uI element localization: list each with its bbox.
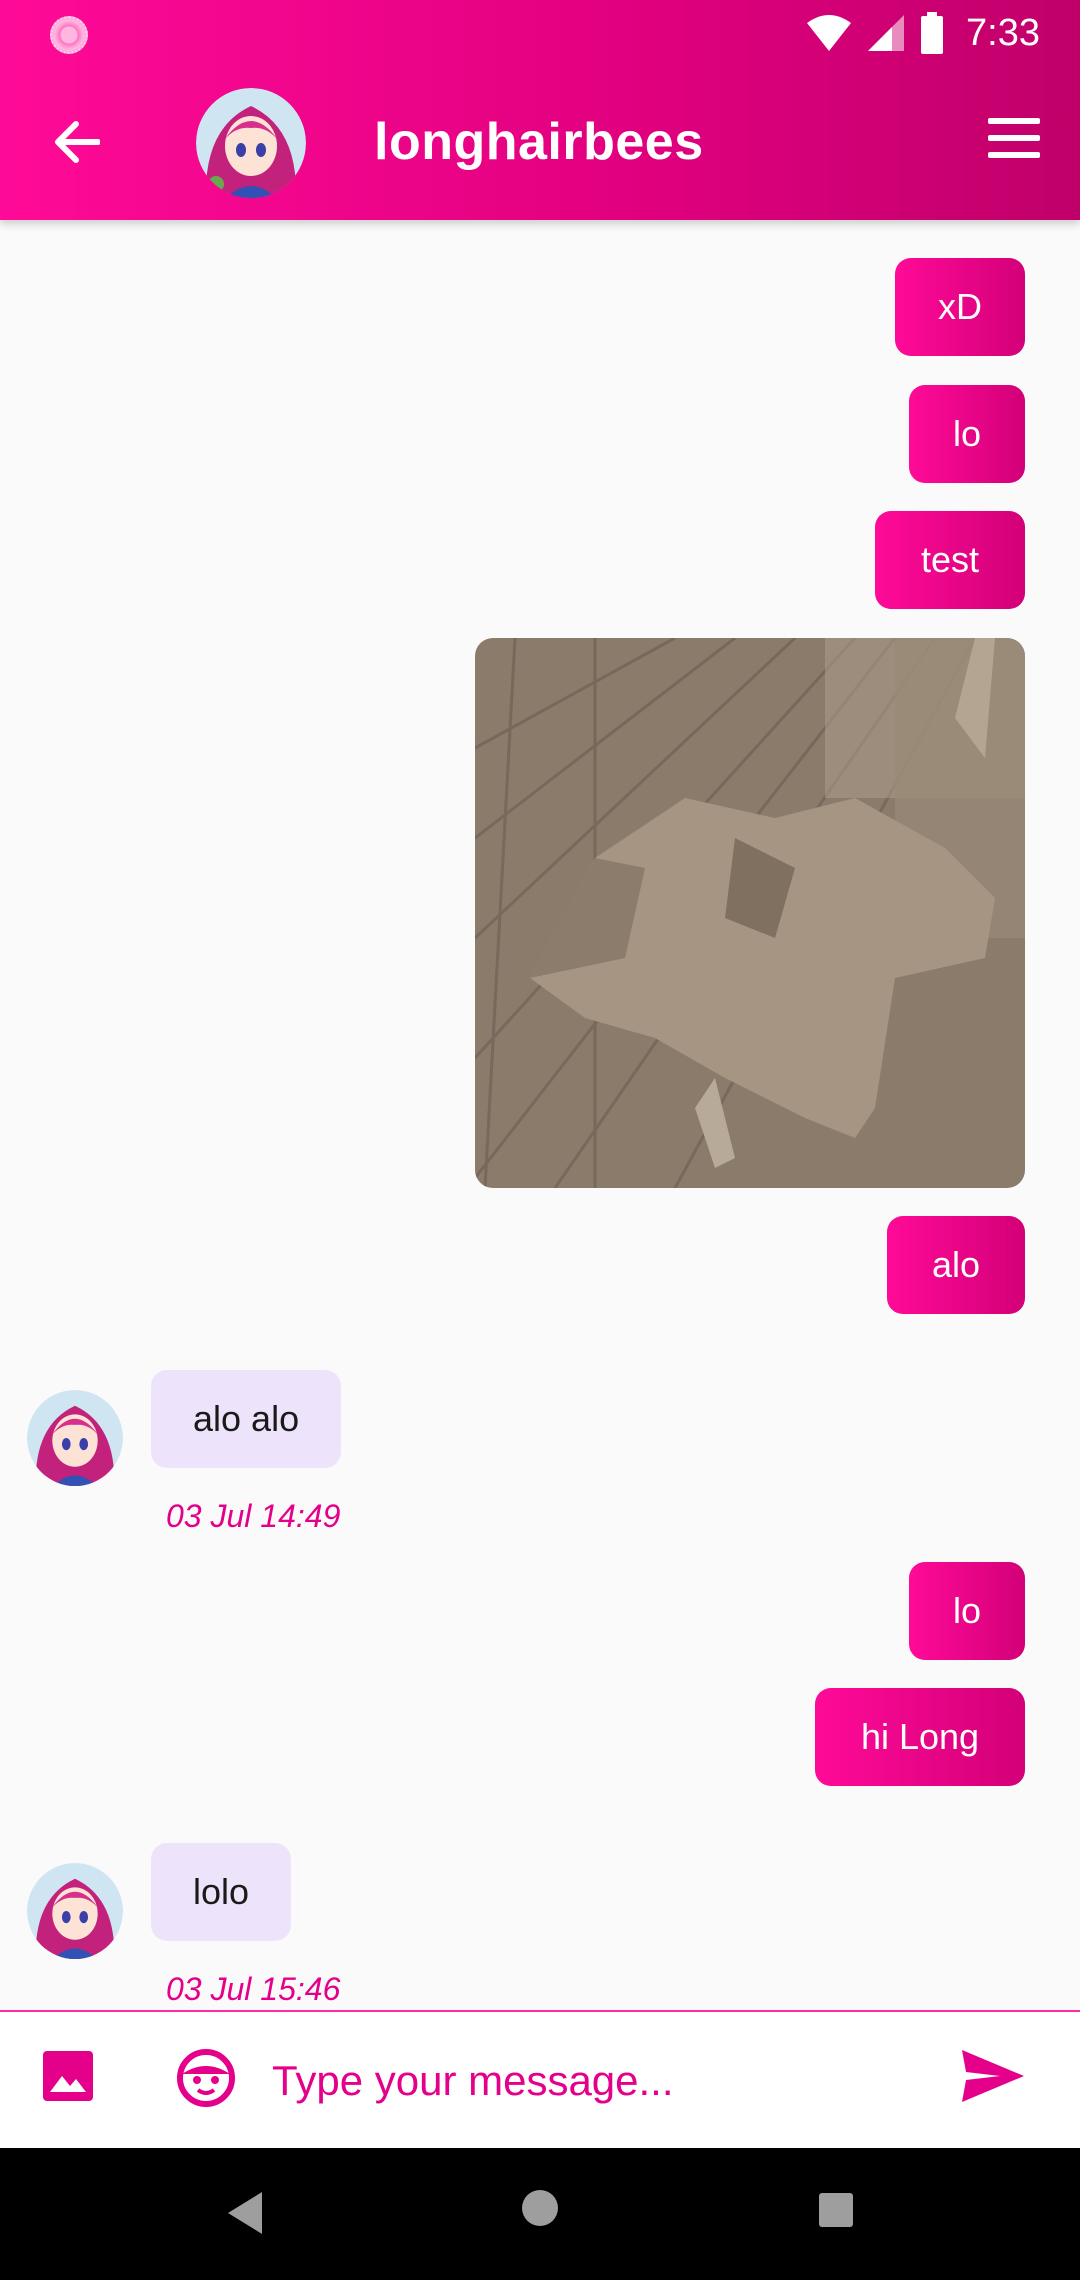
message-timestamp: 03 Jul 15:46: [166, 1971, 341, 2007]
contact-avatar[interactable]: [196, 88, 306, 198]
emoji-button[interactable]: [176, 2048, 236, 2108]
send-button[interactable]: [960, 2048, 1030, 2114]
cell-signal-icon: [868, 15, 905, 51]
menu-button[interactable]: [988, 118, 1044, 168]
back-button[interactable]: [46, 112, 106, 172]
outgoing-message[interactable]: alo: [887, 1216, 1025, 1314]
attach-image-button[interactable]: [40, 2048, 100, 2108]
outgoing-message[interactable]: xD: [895, 258, 1025, 356]
outgoing-message[interactable]: lo: [909, 385, 1025, 483]
nav-recents-icon[interactable]: [818, 2192, 854, 2228]
incoming-message[interactable]: lolo: [151, 1843, 292, 1941]
outgoing-message[interactable]: lo: [909, 1562, 1025, 1660]
contact-avatar-small[interactable]: [27, 1863, 123, 1959]
message-list[interactable]: xD lo test alo alo alo 03 Jul 14:49 lo h…: [0, 220, 1080, 2010]
send-icon: [962, 2050, 1024, 2102]
emoji-icon: [177, 2049, 235, 2107]
outgoing-message[interactable]: hi Long: [815, 1688, 1025, 1786]
outgoing-message[interactable]: test: [875, 511, 1025, 609]
image-icon: [43, 2051, 93, 2101]
incoming-message-row: lolo 03 Jul 15:46: [0, 1841, 1080, 2007]
hamburger-menu-icon: [988, 118, 1040, 124]
system-navigation-bar: [0, 2148, 1080, 2280]
outgoing-image-message[interactable]: [475, 638, 1025, 1188]
status-time: 7:33: [966, 11, 1040, 54]
chat-title: longhairbees: [374, 113, 704, 171]
contact-avatar-small[interactable]: [27, 1390, 123, 1486]
status-icons: 7:33: [806, 10, 1040, 56]
message-timestamp: 03 Jul 14:49: [166, 1498, 341, 1534]
wifi-icon: [807, 15, 852, 51]
nav-back-icon[interactable]: [222, 2188, 268, 2238]
status-bar: 7:33: [0, 0, 1080, 66]
dog-photo: [475, 638, 1025, 1188]
arrow-back-icon: [55, 121, 100, 163]
app-bar: longhairbees: [0, 66, 1080, 220]
message-input[interactable]: [270, 2040, 914, 2122]
incoming-message-row: alo alo 03 Jul 14:49: [0, 1368, 1080, 1534]
chat-header: 7:33 longhairbees: [0, 0, 1080, 220]
notification-dot-icon: [50, 16, 88, 54]
message-composer: [0, 2010, 1080, 2150]
incoming-message[interactable]: alo alo: [151, 1370, 342, 1468]
battery-icon: [921, 12, 944, 54]
nav-home-icon[interactable]: [520, 2188, 560, 2228]
